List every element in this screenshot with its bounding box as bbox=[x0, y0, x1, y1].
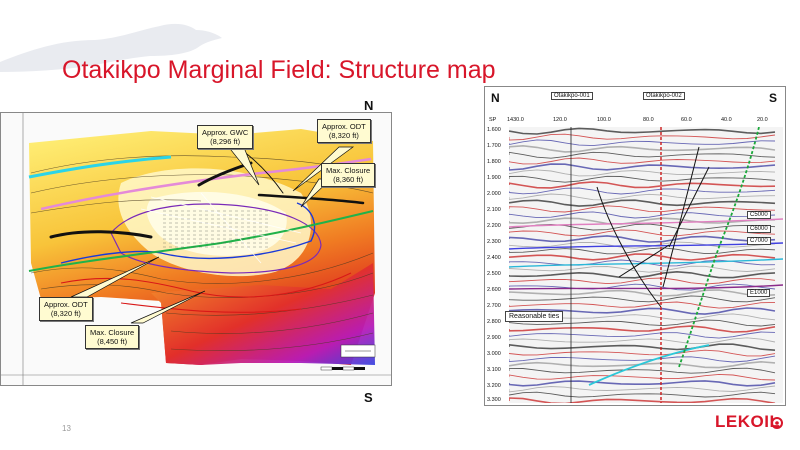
well-label-otakikpo-001: Otakikpo-001 bbox=[551, 92, 593, 100]
time-tick: 1.800 bbox=[487, 159, 501, 165]
seismic-south-label: S bbox=[769, 91, 778, 105]
map-north-label: N bbox=[364, 98, 374, 113]
sp-tick: 120.0 bbox=[553, 117, 567, 123]
time-tick: 2.200 bbox=[487, 223, 501, 229]
horizon-label-c7000: C7000 bbox=[747, 237, 771, 245]
sp-tick: 100.0 bbox=[597, 117, 611, 123]
time-tick: 3.000 bbox=[487, 351, 501, 357]
time-tick: 2.800 bbox=[487, 319, 501, 325]
seismic-section: N S Otakikpo-001 Otakikpo-002 SP 1430.0 … bbox=[484, 86, 786, 406]
structure-map-canvas bbox=[1, 113, 391, 385]
reasonable-ties-label: Reasonable ties bbox=[505, 311, 564, 322]
sp-tick: 80.0 bbox=[643, 117, 654, 123]
sp-label: SP bbox=[489, 117, 497, 123]
page-number: 13 bbox=[62, 424, 71, 433]
callout-max-closure-top: Max. Closure (8,360 ft) bbox=[321, 163, 376, 187]
sp-tick: 60.0 bbox=[681, 117, 692, 123]
time-tick: 1.600 bbox=[487, 127, 501, 133]
time-tick: 3.200 bbox=[487, 383, 501, 389]
horizon-label-c6000: C6000 bbox=[747, 225, 771, 233]
sp-tick: 20.0 bbox=[757, 117, 768, 123]
time-tick: 2.700 bbox=[487, 303, 501, 309]
callout-approx-odt-bottom: Approx. ODT (8,320 ft) bbox=[39, 297, 93, 321]
time-tick: 2.300 bbox=[487, 239, 501, 245]
seismic-north-label: N bbox=[491, 91, 500, 105]
time-tick: 1.700 bbox=[487, 143, 501, 149]
callout-max-closure-bottom: Max. Closure (8,450 ft) bbox=[85, 325, 140, 349]
map-south-label: S bbox=[364, 390, 373, 405]
logo-emblem-icon bbox=[771, 417, 783, 429]
time-tick: 2.000 bbox=[487, 191, 501, 197]
sp-tick: 40.0 bbox=[721, 117, 732, 123]
callout-approx-odt-top: Approx. ODT (8,320 ft) bbox=[317, 119, 371, 143]
time-tick: 2.500 bbox=[487, 271, 501, 277]
horizon-label-c5000: C5000 bbox=[747, 211, 771, 219]
time-tick: 2.900 bbox=[487, 335, 501, 341]
time-tick: 2.600 bbox=[487, 287, 501, 293]
sp-tick: 1430.0 bbox=[507, 117, 524, 123]
time-tick: 1.900 bbox=[487, 175, 501, 181]
structure-map: Approx. GWC (8,296 ft) Approx. ODT (8,32… bbox=[0, 112, 392, 386]
time-tick: 3.100 bbox=[487, 367, 501, 373]
well-label-otakikpo-002: Otakikpo-002 bbox=[643, 92, 685, 100]
horizon-label-e1000: E1000 bbox=[747, 289, 771, 297]
time-tick: 2.100 bbox=[487, 207, 501, 213]
seismic-canvas bbox=[509, 127, 783, 403]
callout-approx-gwc: Approx. GWC (8,296 ft) bbox=[197, 125, 254, 149]
slide-title: Otakikpo Marginal Field: Structure map bbox=[62, 56, 496, 84]
time-tick: 2.400 bbox=[487, 255, 501, 261]
time-tick: 3.300 bbox=[487, 397, 501, 403]
